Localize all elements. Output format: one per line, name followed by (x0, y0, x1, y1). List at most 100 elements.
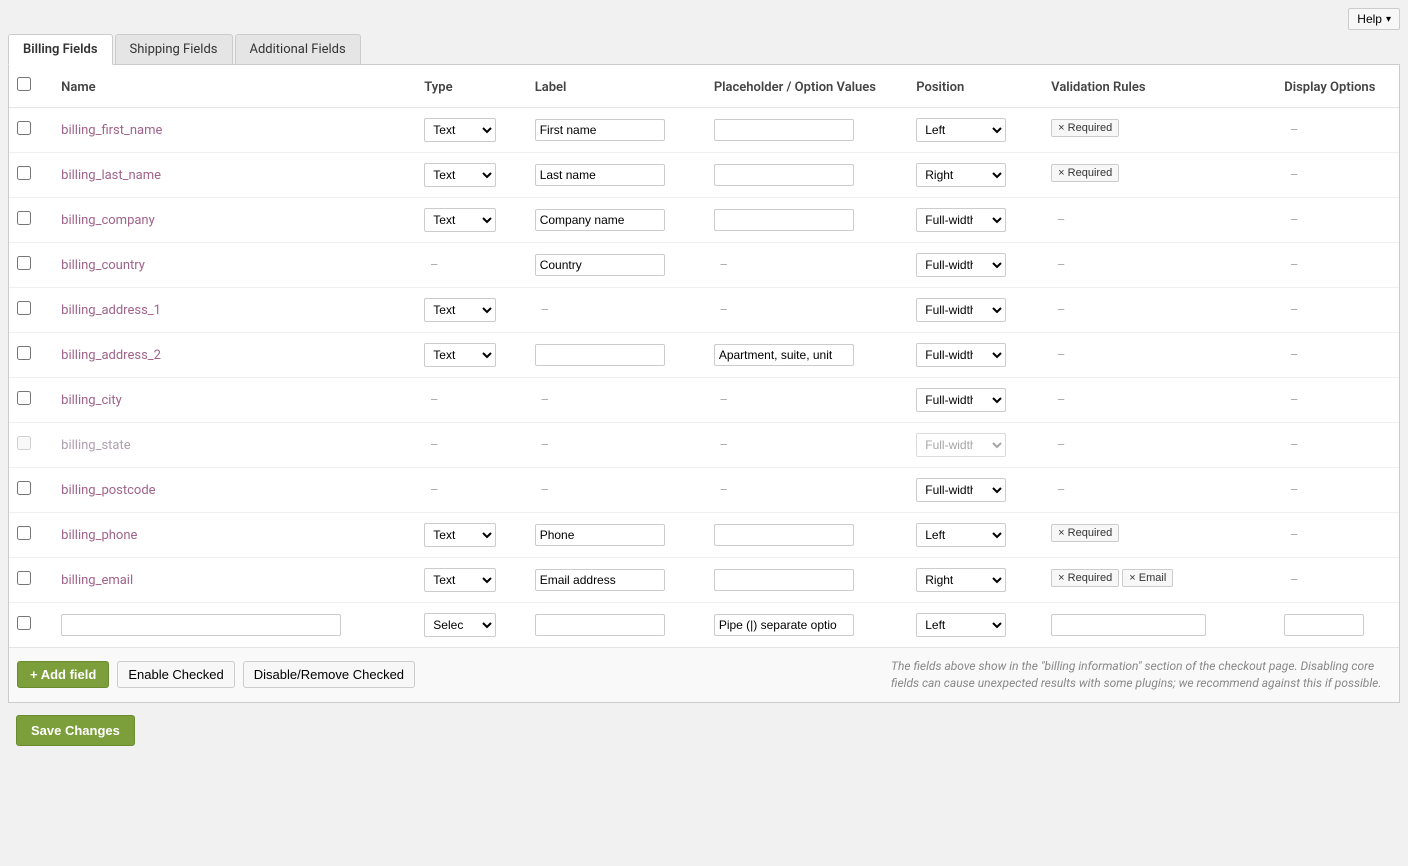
save-area: Save Changes (8, 703, 1400, 758)
validation-tag-billing_last_name[interactable]: × Required (1051, 164, 1119, 182)
validation-dash-billing_postcode: – (1051, 483, 1071, 498)
help-button[interactable]: Help ▾ (1348, 8, 1400, 30)
row-checkbox-billing_state[interactable] (17, 436, 31, 450)
type-dash-billing_country: – (424, 258, 444, 273)
label-input-billing_email[interactable] (535, 569, 665, 591)
col-header-label: Label (535, 80, 567, 95)
type-select-billing_email[interactable]: TextSelectTextareaCheckboxRadioHidden (424, 568, 496, 592)
table-row: billing_company TextSelectTextareaCheckbo… (9, 198, 1399, 243)
enable-checked-button[interactable]: Enable Checked (117, 661, 234, 688)
validation-tag-billing_email[interactable]: × Required (1051, 569, 1119, 587)
position-select-billing_address_2[interactable]: LeftRightFull-width (916, 343, 1006, 367)
label-input-billing_country[interactable] (535, 254, 665, 276)
position-select-billing_first_name[interactable]: LeftRightFull-width (916, 118, 1006, 142)
row-checkbox-billing_address_1[interactable] (17, 301, 31, 315)
label-dash-billing_postcode: – (535, 483, 555, 498)
type-select-billing_company[interactable]: TextSelectTextareaCheckboxRadioHidden (424, 208, 496, 232)
table-row: billing_address_1TextSelectTextareaCheck… (9, 288, 1399, 333)
type-select-billing_last_name[interactable]: TextSelectTextareaCheckboxRadioHidden (424, 163, 496, 187)
field-name-billing_last_name: billing_last_name (61, 168, 161, 183)
row-checkbox-billing_email[interactable] (17, 571, 31, 585)
row-checkbox-billing_city[interactable] (17, 391, 31, 405)
label-input-new_field[interactable] (535, 614, 665, 636)
validation-tag-billing_phone[interactable]: × Required (1051, 524, 1119, 542)
placeholder-input-billing_last_name[interactable] (714, 164, 854, 186)
type-select-billing_address_1[interactable]: TextSelectTextareaCheckboxRadioHidden (424, 298, 496, 322)
placeholder-input-new_field[interactable] (714, 614, 854, 636)
row-checkbox-billing_phone[interactable] (17, 526, 31, 540)
add-field-button[interactable]: + Add field (17, 661, 109, 688)
placeholder-input-billing_company[interactable] (714, 209, 854, 231)
position-select-billing_phone[interactable]: LeftRightFull-width (916, 523, 1006, 547)
label-input-billing_phone[interactable] (535, 524, 665, 546)
validation-dash-billing_city: – (1051, 393, 1071, 408)
validation-dash-billing_state: – (1051, 438, 1071, 453)
content-area: Name Type Label Placeholder / Option Val… (8, 65, 1400, 703)
save-changes-button[interactable]: Save Changes (16, 715, 135, 746)
new-field-validation-input[interactable] (1051, 614, 1206, 636)
tab-billing-fields[interactable]: Billing Fields (8, 34, 113, 65)
row-checkbox-billing_last_name[interactable] (17, 166, 31, 180)
row-checkbox-new_field[interactable] (17, 616, 31, 630)
new-field-name-input[interactable] (61, 614, 341, 636)
position-select-billing_city[interactable]: LeftRightFull-width (916, 388, 1006, 412)
type-select-new_field[interactable]: TextSelectTextareaCheckboxRadioHidden (424, 613, 496, 637)
display-dash-billing_postcode: – (1284, 483, 1304, 498)
row-checkbox-billing_country[interactable] (17, 256, 31, 270)
placeholder-input-billing_phone[interactable] (714, 524, 854, 546)
placeholder-dash-billing_postcode: – (714, 483, 734, 498)
label-input-billing_address_2[interactable] (535, 344, 665, 366)
type-dash-billing_state: – (424, 438, 444, 453)
field-name-billing_first_name: billing_first_name (61, 123, 162, 138)
display-dash-billing_city: – (1284, 393, 1304, 408)
validation-tag-billing_email[interactable]: × Email (1122, 569, 1173, 587)
chevron-down-icon: ▾ (1386, 14, 1391, 25)
type-select-billing_address_2[interactable]: TextSelectTextareaCheckboxRadioHidden (424, 343, 496, 367)
tab-shipping-fields[interactable]: Shipping Fields (115, 34, 233, 64)
label-input-billing_company[interactable] (535, 209, 665, 231)
validation-dash-billing_address_1: – (1051, 303, 1071, 318)
display-dash-billing_phone: – (1284, 528, 1304, 543)
bottom-bar: + Add field Enable Checked Disable/Remov… (9, 647, 1399, 702)
label-input-billing_first_name[interactable] (535, 119, 665, 141)
type-select-billing_phone[interactable]: TextSelectTextareaCheckboxRadioHidden (424, 523, 496, 547)
position-select-billing_postcode[interactable]: LeftRightFull-width (916, 478, 1006, 502)
label-dash-billing_state: – (535, 438, 555, 453)
type-select-billing_first_name[interactable]: TextSelectTextareaCheckboxRadioHidden (424, 118, 496, 142)
position-select-billing_last_name[interactable]: LeftRightFull-width (916, 163, 1006, 187)
placeholder-dash-billing_city: – (714, 393, 734, 408)
col-header-placeholder: Placeholder / Option Values (714, 80, 876, 95)
position-select-billing_state[interactable]: LeftRightFull-width (916, 433, 1006, 457)
validation-tag-billing_first_name[interactable]: × Required (1051, 119, 1119, 137)
notice-text: The fields above show in the "billing in… (891, 658, 1391, 692)
new-field-display-input[interactable] (1284, 614, 1364, 636)
row-checkbox-billing_postcode[interactable] (17, 481, 31, 495)
table-row: billing_country––LeftRightFull-width–– (9, 243, 1399, 288)
disable-remove-checked-button[interactable]: Disable/Remove Checked (243, 661, 415, 688)
col-header-display: Display Options (1284, 80, 1375, 95)
position-select-billing_country[interactable]: LeftRightFull-width (916, 253, 1006, 277)
position-select-billing_company[interactable]: LeftRightFull-width (916, 208, 1006, 232)
position-select-billing_address_1[interactable]: LeftRightFull-width (916, 298, 1006, 322)
placeholder-input-billing_first_name[interactable] (714, 119, 854, 141)
row-checkbox-billing_address_2[interactable] (17, 346, 31, 360)
help-label: Help (1357, 12, 1382, 26)
table-row: TextSelectTextareaCheckboxRadioHidden Lef… (9, 603, 1399, 648)
col-header-validation: Validation Rules (1051, 80, 1145, 95)
row-checkbox-billing_company[interactable] (17, 211, 31, 225)
row-checkbox-billing_first_name[interactable] (17, 121, 31, 135)
tabs-wrapper: Billing Fields Shipping Fields Additiona… (8, 34, 1400, 65)
select-all-checkbox[interactable] (17, 77, 31, 91)
field-name-billing_email: billing_email (61, 573, 133, 588)
display-dash-billing_address_1: – (1284, 303, 1304, 318)
field-name-billing_company: billing_company (61, 213, 155, 228)
label-input-billing_last_name[interactable] (535, 164, 665, 186)
placeholder-input-billing_email[interactable] (714, 569, 854, 591)
placeholder-input-billing_address_2[interactable] (714, 344, 854, 366)
validation-dash-billing_country: – (1051, 258, 1071, 273)
table-row: billing_phoneTextSelectTextareaCheckboxR… (9, 513, 1399, 558)
position-select-new_field[interactable]: LeftRightFull-width (916, 613, 1006, 637)
position-select-billing_email[interactable]: LeftRightFull-width (916, 568, 1006, 592)
display-dash-billing_last_name: – (1284, 168, 1304, 183)
tab-additional-fields[interactable]: Additional Fields (235, 34, 361, 64)
